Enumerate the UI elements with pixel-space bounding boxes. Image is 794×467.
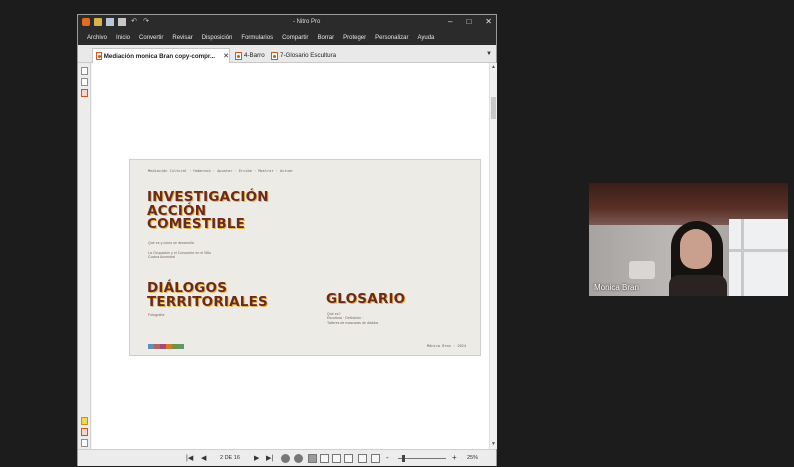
menu-ayuda[interactable]: Ayuda [417,35,434,41]
tab-label: Mediación monica Bran copy-compr... [103,52,216,60]
pdf-file-icon [96,52,102,60]
vertical-scrollbar[interactable]: ▲ ▼ [489,63,497,449]
pdf-file-icon [271,51,278,60]
pages-panel-icon[interactable] [81,67,88,75]
menu-revisar[interactable]: Revisar [172,35,192,41]
close-button[interactable]: ✕ [485,17,492,26]
fit-page-icon[interactable] [371,454,380,463]
single-page-view-icon[interactable] [308,454,317,463]
scroll-up-arrow-icon[interactable]: ▲ [491,64,496,70]
next-page-button[interactable]: ▶ [254,454,259,462]
title-glosario: GLOSARIO [326,291,406,307]
menu-proteger[interactable]: Proteger [343,35,366,41]
title-line: TERRITORIALES [147,293,268,310]
menu-archivo[interactable]: Archivo [87,35,107,41]
zoom-slider-handle[interactable] [402,455,405,462]
webcam-background-object [629,261,655,279]
tab-mediacion[interactable]: Mediación monica Bran copy-compr... ✕ [92,48,230,63]
title-line: COMESTIBLE [147,216,246,232]
continuous-view-icon[interactable] [320,454,329,463]
attachments-panel-icon[interactable] [81,89,88,97]
bookmarks-panel-icon[interactable] [81,78,88,86]
tab-list-dropdown-icon[interactable]: ▼ [486,51,492,57]
window-title: - Nitro Pro [293,19,321,25]
tab-close-icon[interactable]: ✕ [223,52,229,60]
title-dialogos-territoriales: DIÁLOGOS TERRITORIALES [147,281,268,310]
color-swatch [178,344,184,349]
document-tab-bar: Mediación monica Bran copy-compr... ✕ 4-… [78,45,496,63]
tab-7-glosario-escultura[interactable]: 7-Glosario Escultura [268,48,336,63]
scroll-down-arrow-icon[interactable]: ▼ [491,441,496,447]
ribbon-menu-bar: Archivo Inicio Convertir Revisar Disposi… [78,31,496,45]
save-icon[interactable] [106,18,114,26]
left-side-panel [78,63,91,449]
zoom-out-button[interactable]: - [386,453,389,462]
glosario-subtitle: Qué es? Escultura · Definición · Tallere… [327,312,378,325]
menu-borrar[interactable]: Borrar [317,35,334,41]
first-page-button[interactable]: |◀ [186,454,193,462]
go-back-icon[interactable] [281,454,290,463]
redo-icon[interactable]: ↷ [142,18,150,26]
participant-body [669,275,727,296]
webcam-tile: Monica Bran [589,183,788,296]
fit-width-icon[interactable] [358,454,367,463]
menu-disposicion[interactable]: Disposición [202,35,233,41]
zoom-in-button[interactable]: + [452,453,457,462]
menu-convertir[interactable]: Convertir [139,35,163,41]
page-indicator[interactable]: 2 DE 16 [220,455,240,461]
color-swatch-strip [148,344,184,349]
participant-name: Monica Bran [594,283,639,292]
open-folder-icon[interactable] [94,18,102,26]
previous-page-button[interactable]: ◀ [201,454,206,462]
title-investigacion-accion-comestible: INVESTIGACIÓN ACCIÓN COMESTIBLE [147,190,269,232]
title2-subtitle: Fotografía [148,313,165,317]
pdf-page: Mediación Cultural · Habernos · Apuntar … [129,159,481,356]
tab-label: 4-Barro [244,52,265,59]
undo-icon[interactable]: ↶ [130,18,138,26]
comments-panel-icon[interactable] [81,417,88,425]
nitro-logo-icon [82,18,90,26]
layers-panel-icon[interactable] [81,439,88,447]
text-line: Talleres de mascaras de diablos [327,320,379,325]
last-page-button[interactable]: ▶| [266,454,273,462]
menu-personalizar[interactable]: Personalizar [375,35,408,41]
tab-4-barro[interactable]: 4-Barro [232,48,265,63]
menu-formularios[interactable]: Formularios [241,35,273,41]
document-viewer[interactable]: Mediación Cultural · Habernos · Apuntar … [92,63,489,449]
text-line: Cocina Ancestral [148,255,175,260]
nitro-pro-window: ↶ ↷ - Nitro Pro – □ ✕ Archivo Inicio Con… [77,14,497,466]
page-footer-author: Mónica Bran · 2024 [427,344,466,348]
facing-continuous-view-icon[interactable] [344,454,353,463]
menu-compartir[interactable]: Compartir [282,35,308,41]
facing-view-icon[interactable] [332,454,341,463]
participant-face [680,229,712,269]
page-nav-line: Mediación Cultural · Habernos · Apuntar … [148,169,293,173]
maximize-button[interactable]: □ [466,17,471,26]
scroll-thumb[interactable] [491,97,496,119]
quick-access-toolbar: ↶ ↷ [82,18,150,26]
title1-subtitle-2: La Ocupación y el Conocerte en el Sitio … [148,251,211,260]
tab-label: 7-Glosario Escultura [280,52,337,59]
signatures-panel-icon[interactable] [81,428,88,436]
zoom-level[interactable]: 25% [467,455,478,461]
zoom-slider[interactable] [398,458,446,459]
title-bar: ↶ ↷ - Nitro Pro – □ ✕ [78,15,496,31]
pdf-file-icon [235,51,242,60]
status-bar: |◀ ◀ 2 DE 16 ▶ ▶| - + 25% [78,449,496,466]
print-icon[interactable] [118,18,126,26]
title1-subtitle: Qué es y cómo se desarrolla [148,241,194,245]
go-forward-icon[interactable] [294,454,303,463]
webcam-window [729,219,788,296]
menu-inicio[interactable]: Inicio [116,35,130,41]
minimize-button[interactable]: – [448,17,452,26]
